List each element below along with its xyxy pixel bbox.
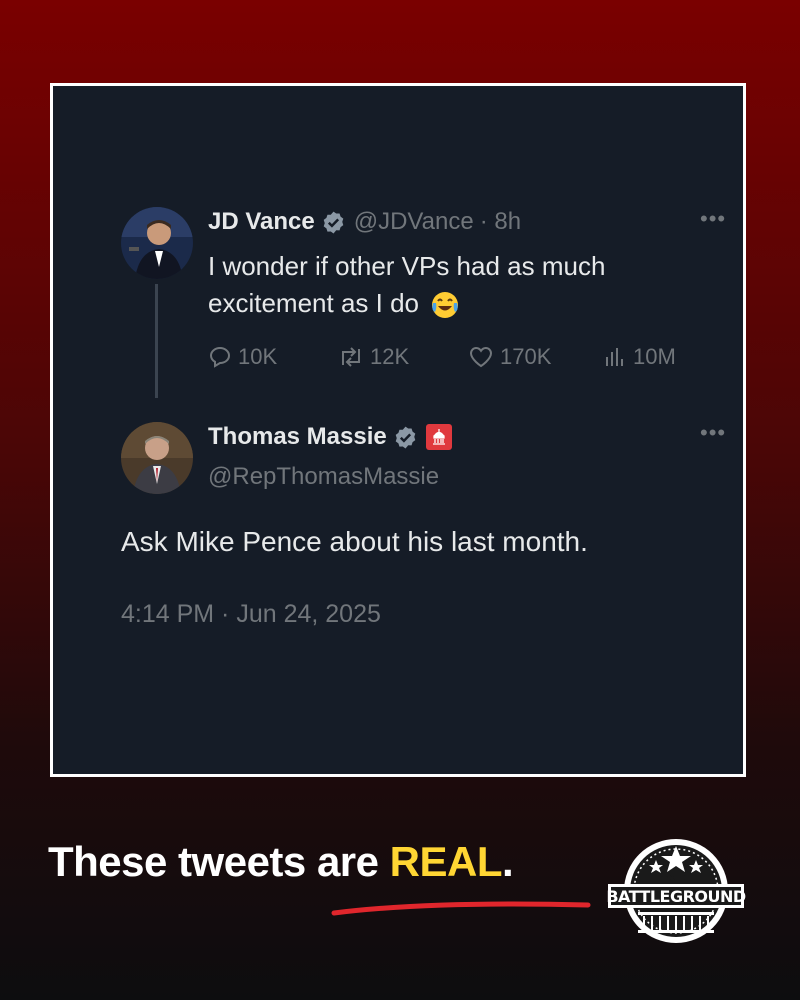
author-name[interactable]: Thomas Massie xyxy=(208,423,387,451)
tweet1-body: I wonder if other VPs had as much excite… xyxy=(208,251,606,318)
like-button[interactable]: 170K xyxy=(468,344,603,370)
tweet-card: JD Vance @JDVance · 8h ••• I wonder if o… xyxy=(50,83,746,777)
tweet2-timestamp[interactable]: 4:14 PM · Jun 24, 2025 xyxy=(121,600,381,629)
tweet2-text: Ask Mike Pence about his last month. xyxy=(121,526,588,557)
logo-label-top: PROJECT xyxy=(659,874,693,882)
headline: These tweets are REAL. xyxy=(48,838,514,886)
like-count: 170K xyxy=(500,344,552,369)
reply-button[interactable]: 10K xyxy=(208,344,338,370)
government-affiliation-icon[interactable] xyxy=(425,424,452,450)
repost-button[interactable]: 12K xyxy=(338,344,468,370)
headline-accent: REAL xyxy=(389,838,503,885)
project-battleground-logo: PROJECT BATTLEGROUND xyxy=(606,836,746,946)
author-handle[interactable]: @RepThomasMassie xyxy=(208,463,439,491)
tweet2-header: Thomas Massie xyxy=(208,423,452,451)
verified-badge-icon xyxy=(393,425,418,450)
repost-count: 12K xyxy=(370,344,410,369)
views-chart-icon xyxy=(606,348,623,366)
heart-icon xyxy=(469,346,493,368)
view-count: 10M xyxy=(633,344,676,369)
logo-label-main: BATTLEGROUND xyxy=(606,887,746,906)
tweet1-text: I wonder if other VPs had as much excite… xyxy=(208,248,678,322)
tweet-time[interactable]: · 8h xyxy=(480,208,521,236)
more-options-icon[interactable]: ••• xyxy=(700,206,726,232)
avatar-thomas-massie[interactable] xyxy=(121,422,193,494)
more-options-icon[interactable]: ••• xyxy=(700,420,726,446)
views-button[interactable]: 10M xyxy=(603,344,676,370)
tweet1-actions: 10K 12K 170K 10M xyxy=(208,344,676,370)
author-name[interactable]: JD Vance xyxy=(208,208,315,236)
reply-count: 10K xyxy=(238,344,278,369)
red-underline-swoosh xyxy=(331,901,591,916)
laughing-tears-emoji-icon xyxy=(430,290,460,320)
avatar-jd-vance[interactable] xyxy=(121,207,193,279)
headline-prefix: These tweets are xyxy=(48,838,390,885)
tweet1-header: JD Vance @JDVance · 8h xyxy=(208,208,521,236)
thread-connector xyxy=(155,284,158,398)
author-handle[interactable]: @JDVance xyxy=(354,208,474,236)
verified-badge-icon xyxy=(321,210,346,235)
reply-icon xyxy=(209,346,231,368)
repost-icon xyxy=(342,347,360,367)
headline-suffix: . xyxy=(502,838,514,885)
